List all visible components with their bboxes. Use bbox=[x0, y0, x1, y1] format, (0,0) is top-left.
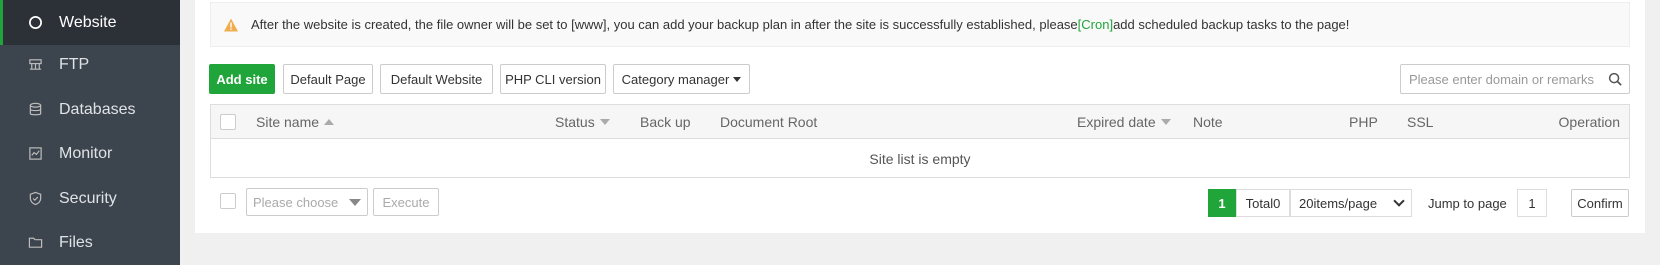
column-label: Site name bbox=[256, 114, 320, 130]
batch-select-placeholder: Please choose bbox=[253, 194, 339, 210]
column-label: Back up bbox=[640, 114, 691, 130]
sidebar-item-label: Security bbox=[59, 189, 117, 207]
sidebar-item-ftp[interactable]: FTP bbox=[0, 42, 180, 87]
sidebar-item-label: Monitor bbox=[59, 144, 113, 162]
notice-bar: After the website is created, the file o… bbox=[210, 2, 1630, 47]
sidebar-item-label: Website bbox=[59, 13, 117, 31]
add-site-button[interactable]: Add site bbox=[209, 64, 275, 94]
page-size-select[interactable]: 20items/page bbox=[1290, 189, 1412, 217]
sidebar-item-monitor[interactable]: Monitor bbox=[0, 131, 180, 176]
column-label: PHP bbox=[1349, 114, 1378, 130]
cron-link[interactable]: [Cron] bbox=[1078, 17, 1113, 32]
page-size-label: 20items/page bbox=[1299, 195, 1378, 211]
column-label: Status bbox=[555, 114, 595, 130]
column-note: Note bbox=[1193, 105, 1223, 139]
chevron-down-icon bbox=[1393, 195, 1405, 207]
column-php: PHP bbox=[1349, 105, 1378, 139]
column-operation: Operation bbox=[1559, 105, 1620, 139]
table-header: Site name Status Back up Document Root E… bbox=[211, 105, 1629, 139]
execute-button[interactable]: Execute bbox=[373, 188, 439, 216]
site-table: Site name Status Back up Document Root E… bbox=[210, 104, 1630, 178]
pagination-current-page[interactable]: 1 bbox=[1208, 189, 1236, 217]
default-website-button[interactable]: Default Website bbox=[380, 64, 493, 94]
sidebar-item-label: FTP bbox=[59, 55, 90, 73]
shield-icon bbox=[27, 191, 43, 207]
sort-down-icon bbox=[1160, 119, 1171, 125]
warning-icon bbox=[223, 17, 239, 33]
circle-icon bbox=[27, 15, 43, 31]
jump-to-page-label: Jump to page bbox=[1428, 195, 1507, 211]
column-expired-date[interactable]: Expired date bbox=[1077, 105, 1171, 139]
sidebar-item-label: Files bbox=[59, 233, 93, 251]
confirm-button[interactable]: Confirm bbox=[1571, 189, 1629, 217]
select-all-checkbox[interactable] bbox=[220, 114, 236, 130]
folder-icon bbox=[27, 235, 43, 251]
database-icon bbox=[27, 102, 43, 118]
notice-text: After the website is created, the file o… bbox=[251, 17, 1349, 32]
column-label: Document Root bbox=[720, 114, 818, 130]
chevron-down-icon bbox=[349, 198, 361, 206]
search-icon[interactable] bbox=[1601, 65, 1629, 93]
category-manager-button[interactable]: Category manager bbox=[613, 64, 750, 94]
column-backup: Back up bbox=[640, 105, 691, 139]
ftp-icon bbox=[27, 57, 43, 73]
pagination-total: Total0 bbox=[1236, 189, 1290, 217]
default-page-button[interactable]: Default Page bbox=[283, 64, 373, 94]
column-label: Operation bbox=[1558, 114, 1620, 130]
search-input[interactable] bbox=[1401, 65, 1601, 93]
empty-message: Site list is empty bbox=[869, 150, 971, 167]
column-label: Note bbox=[1193, 114, 1223, 130]
category-manager-label: Category manager bbox=[621, 71, 730, 87]
sidebar-item-label: Databases bbox=[59, 100, 136, 118]
caret-down-icon bbox=[733, 76, 742, 82]
column-document-root: Document Root bbox=[720, 105, 817, 139]
search-box bbox=[1400, 64, 1630, 94]
sort-up-icon bbox=[324, 119, 335, 125]
sidebar-item-databases[interactable]: Databases bbox=[0, 87, 180, 132]
sidebar-item-security[interactable]: Security bbox=[0, 176, 180, 221]
notice-text-after: add scheduled backup tasks to the page! bbox=[1113, 17, 1350, 32]
sort-down-icon bbox=[599, 119, 610, 125]
column-label: Expired date bbox=[1077, 114, 1156, 130]
column-label: SSL bbox=[1407, 114, 1434, 130]
php-cli-version-button[interactable]: PHP CLI version bbox=[500, 64, 606, 94]
column-status[interactable]: Status bbox=[555, 105, 610, 139]
monitor-icon bbox=[27, 146, 43, 162]
sidebar-item-files[interactable]: Files bbox=[0, 220, 180, 265]
sidebar: Website FTP Databases Monitor Security F… bbox=[0, 0, 180, 265]
batch-action-select[interactable]: Please choose bbox=[246, 188, 368, 216]
sidebar-item-website[interactable]: Website bbox=[0, 0, 180, 45]
jump-page-input[interactable]: 1 bbox=[1517, 189, 1547, 217]
column-ssl: SSL bbox=[1407, 105, 1433, 139]
batch-select-checkbox[interactable] bbox=[220, 193, 236, 209]
notice-text-before: After the website is created, the file o… bbox=[251, 17, 1078, 32]
column-site-name[interactable]: Site name bbox=[256, 105, 335, 139]
